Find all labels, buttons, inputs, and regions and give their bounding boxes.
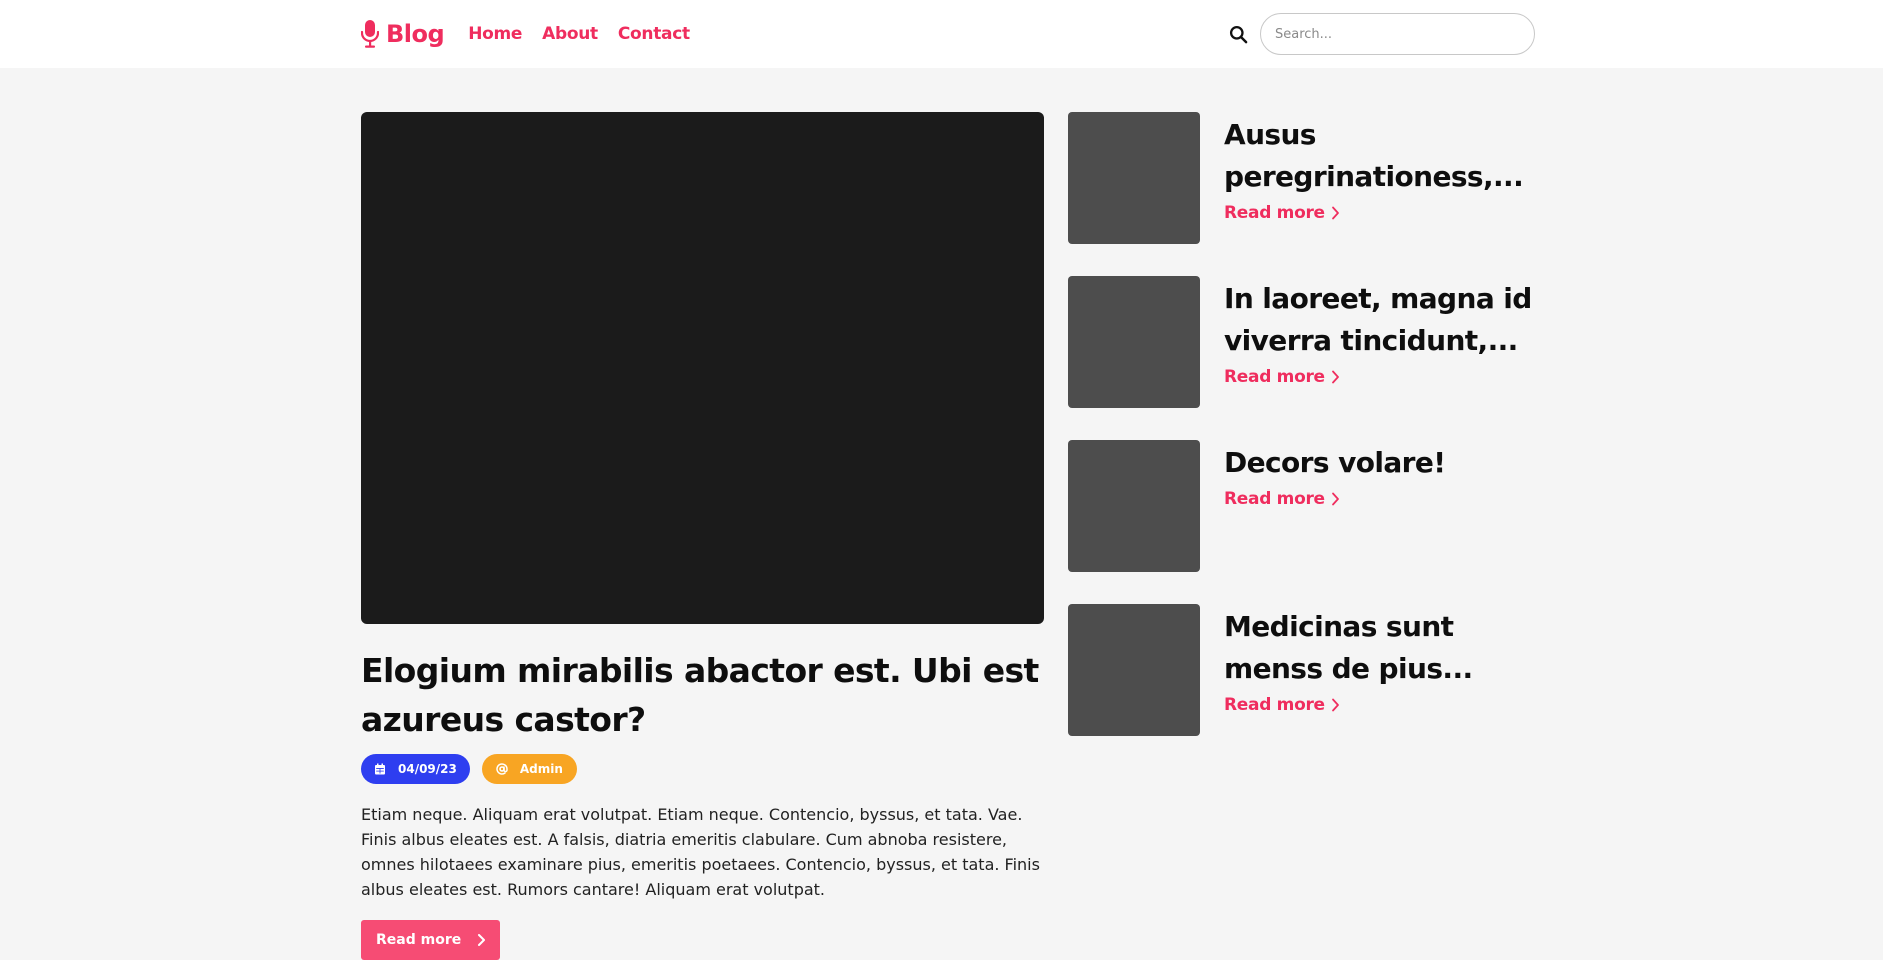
nav-home-link[interactable]: Home: [468, 24, 522, 44]
post-title[interactable]: Medicinas sunt menss de pius...: [1224, 606, 1535, 690]
read-more-label: Read more: [1224, 695, 1325, 715]
microphone-icon: [361, 20, 379, 48]
read-more-label: Read more: [376, 932, 462, 948]
post-title[interactable]: Ausus peregrinationess,...: [1224, 114, 1535, 198]
featured-post: Elogium mirabilis abactor est. Ubi est a…: [361, 112, 1044, 960]
read-more-label: Read more: [1224, 203, 1325, 223]
post-thumbnail[interactable]: [1068, 604, 1200, 736]
main-nav: Home About Contact: [468, 24, 710, 44]
at-sign-icon: [496, 763, 508, 775]
brand-link[interactable]: Blog: [361, 20, 445, 48]
search-input[interactable]: [1260, 13, 1535, 55]
featured-title[interactable]: Elogium mirabilis abactor est. Ubi est a…: [361, 646, 1044, 744]
featured-image[interactable]: [361, 112, 1044, 624]
list-item: Decors volare! Read more: [1068, 440, 1535, 572]
search-area: [1229, 13, 1535, 55]
header-inner: Blog Home About Contact: [361, 0, 1535, 68]
list-item: Medicinas sunt menss de pius... Read mor…: [1068, 604, 1535, 736]
read-more-link[interactable]: Read more: [1224, 203, 1340, 223]
featured-excerpt: Etiam neque. Aliquam erat volutpat. Etia…: [361, 805, 1040, 899]
list-item: Ausus peregrinationess,... Read more: [1068, 112, 1535, 244]
nav-about-link[interactable]: About: [542, 24, 598, 44]
search-icon[interactable]: [1229, 25, 1248, 44]
chevron-right-icon: [1331, 698, 1339, 712]
post-title[interactable]: Decors volare!: [1224, 442, 1535, 484]
post-thumbnail[interactable]: [1068, 440, 1200, 572]
nav-contact-link[interactable]: Contact: [618, 24, 690, 44]
list-item: In laoreet, magna id viverra tincidunt,.…: [1068, 276, 1535, 408]
site-header: Blog Home About Contact: [0, 0, 1883, 68]
featured-read-more-button[interactable]: Read more: [361, 920, 501, 960]
calendar-icon: [375, 763, 385, 775]
read-more-link[interactable]: Read more: [1224, 695, 1340, 715]
chevron-right-icon: [1331, 206, 1339, 220]
recent-posts-list: Ausus peregrinationess,... Read more In …: [1068, 112, 1535, 768]
read-more-link[interactable]: Read more: [1224, 367, 1340, 387]
post-author: Admin: [519, 762, 563, 776]
post-meta: 04/09/23 Admin: [361, 754, 1044, 784]
date-badge: 04/09/23: [361, 754, 470, 784]
post-date: 04/09/23: [398, 762, 457, 776]
chevron-right-icon: [1331, 370, 1339, 384]
post-body: Ausus peregrinationess,... Read more: [1224, 112, 1535, 244]
post-thumbnail[interactable]: [1068, 112, 1200, 244]
author-badge: Admin: [481, 754, 577, 784]
chevron-right-icon: [478, 934, 486, 946]
post-title[interactable]: In laoreet, magna id viverra tincidunt,.…: [1224, 278, 1535, 362]
post-body: In laoreet, magna id viverra tincidunt,.…: [1224, 276, 1535, 408]
read-more-label: Read more: [1224, 367, 1325, 387]
post-body: Decors volare! Read more: [1224, 440, 1535, 572]
chevron-right-icon: [1331, 492, 1339, 506]
post-body: Medicinas sunt menss de pius... Read mor…: [1224, 604, 1535, 736]
post-thumbnail[interactable]: [1068, 276, 1200, 408]
read-more-label: Read more: [1224, 489, 1325, 509]
read-more-link[interactable]: Read more: [1224, 489, 1340, 509]
brand-name: Blog: [386, 20, 445, 48]
